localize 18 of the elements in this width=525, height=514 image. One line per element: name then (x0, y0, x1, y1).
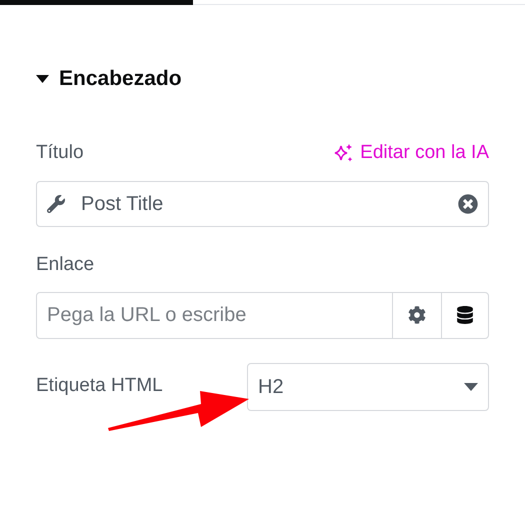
ai-edit-link[interactable]: Editar con la IA (334, 138, 489, 167)
wrench-icon (47, 195, 65, 213)
caret-icon (36, 74, 49, 83)
settings-button[interactable] (393, 292, 441, 338)
html-tag-select[interactable]: H2 (247, 362, 489, 410)
url-input[interactable]: Pega la URL o escribe (36, 292, 393, 338)
field-label: Título (36, 140, 84, 164)
section-header[interactable]: Encabezado (36, 63, 182, 94)
database-icon (457, 306, 473, 324)
dynamic-tags-button[interactable] (441, 292, 489, 338)
caret-icon (464, 382, 478, 390)
field-value: Post Title (81, 192, 164, 217)
settings-icon (408, 306, 426, 324)
field-label: Enlace (36, 253, 96, 277)
clear-icon[interactable] (458, 194, 478, 214)
sparkle-icon (334, 142, 354, 163)
field-label: Etiqueta HTML (36, 374, 163, 398)
title-field[interactable]: Post Title (36, 181, 489, 227)
